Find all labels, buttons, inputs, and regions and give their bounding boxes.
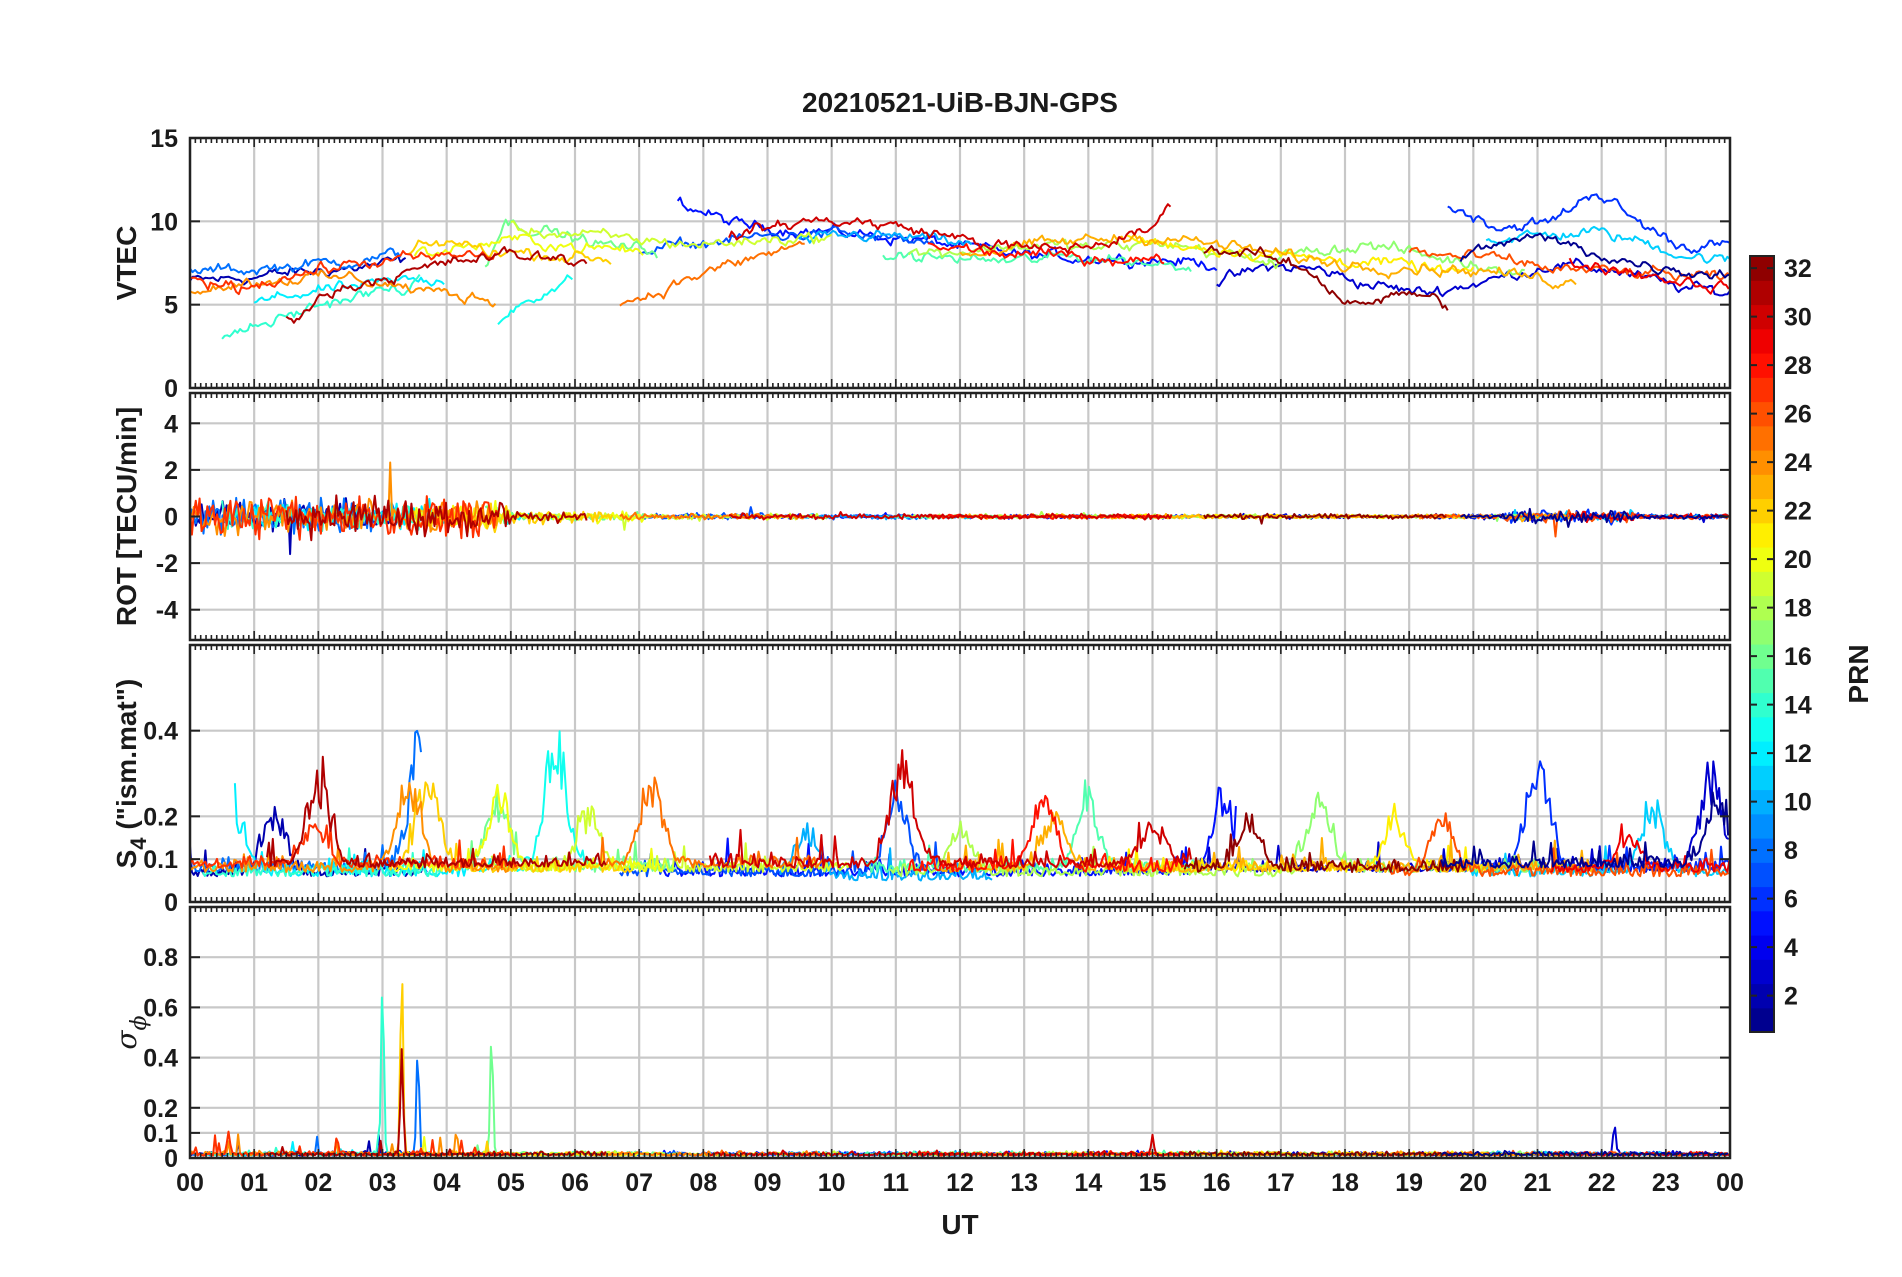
colorbar-tick-label: 4 xyxy=(1784,934,1798,962)
y-label-rest: ("ism.mat") xyxy=(111,679,142,838)
colorbar-tick-label: 20 xyxy=(1784,546,1812,574)
panel-s4: 00.10.20.4S4 ("ism.mat") xyxy=(111,643,1732,917)
y-label-sub: 4 xyxy=(126,837,151,850)
y-tick-label-s4: 0.4 xyxy=(143,718,178,746)
y-tick-label-vtec: 0 xyxy=(164,375,178,403)
y-tick-label-s4: 0 xyxy=(164,889,178,917)
y-tick-label-rot: 0 xyxy=(164,504,178,532)
x-tick-label: 21 xyxy=(1524,1169,1552,1197)
chart-svg: 20210521-UiB-BJN-GPS 051015VTEC-4-2024RO… xyxy=(110,87,1874,1240)
y-tick-label-sigma_phi: 0.8 xyxy=(143,944,178,972)
x-tick-label: 23 xyxy=(1652,1169,1680,1197)
colorbar-segment xyxy=(1750,959,1774,985)
x-tick-label: 15 xyxy=(1139,1169,1167,1197)
x-tick-label: 05 xyxy=(497,1169,525,1197)
x-tick-label: 14 xyxy=(1074,1169,1102,1197)
y-tick-label-s4: 0.2 xyxy=(143,803,178,831)
colorbar-tick-label: 18 xyxy=(1784,595,1812,623)
y-tick-label-rot: -2 xyxy=(156,550,178,578)
colorbar-tick-label: 16 xyxy=(1784,643,1812,671)
y-tick-label-vtec: 5 xyxy=(164,292,178,320)
colorbar-tick-label: 10 xyxy=(1784,789,1812,817)
colorbar-tick-label: 2 xyxy=(1784,983,1798,1011)
y-tick-label-sigma_phi: 0.4 xyxy=(143,1045,178,1073)
x-tick-label: 03 xyxy=(369,1169,397,1197)
y-tick-label-sigma_phi: 0.2 xyxy=(143,1095,178,1123)
colorbar-tick-label: 8 xyxy=(1784,837,1798,865)
x-tick-label: 13 xyxy=(1010,1169,1038,1197)
colorbar-segment xyxy=(1750,862,1774,888)
panel-vtec: 0 5 10 15 VTEC xyxy=(111,125,1732,403)
y-tick-label-rot: -4 xyxy=(156,597,178,625)
colorbar-segment xyxy=(1750,1007,1774,1033)
x-tick-label: 11 xyxy=(883,1169,910,1197)
x-tick-label: 07 xyxy=(625,1169,653,1197)
colorbar-segment xyxy=(1750,474,1774,500)
y-tick-label-vtec: 15 xyxy=(150,125,178,153)
x-tick-label: 04 xyxy=(433,1169,461,1197)
panel-sigma_phi: 00.10.20.40.60.8σϕ00 01 02 03 04 05 06 07 08 09 10… xyxy=(110,905,1744,1197)
x-tick-label: 08 xyxy=(689,1169,717,1197)
colorbar-segment xyxy=(1750,571,1774,597)
colorbar-segment xyxy=(1750,668,1774,694)
x-tick-label: 19 xyxy=(1395,1169,1423,1197)
colorbar-segment xyxy=(1750,813,1774,839)
x-tick-label: 00 xyxy=(176,1169,204,1197)
x-tick-label: 09 xyxy=(754,1169,782,1197)
colorbar-segment xyxy=(1750,377,1774,403)
y-label-main: S xyxy=(111,850,142,869)
x-tick-label: 16 xyxy=(1203,1169,1231,1197)
x-tick-label: 02 xyxy=(304,1169,332,1197)
chart-title: 20210521-UiB-BJN-GPS xyxy=(802,87,1118,118)
colorbar-segment xyxy=(1750,910,1774,936)
x-axis-label: UT xyxy=(941,1209,978,1240)
y-label-sub: ϕ xyxy=(127,1015,152,1030)
colorbar-tick-label: 30 xyxy=(1784,304,1812,332)
panels-layer: 051015VTEC-4-2024ROT [TECU/min]00.10.20.… xyxy=(110,125,1744,1197)
y-label-main: σ xyxy=(110,1030,143,1050)
colorbar-tick-label: 14 xyxy=(1784,692,1812,720)
y-axis-label-s4: S4 ("ism.mat") xyxy=(111,679,151,869)
chart-figure: 20210521-UiB-BJN-GPS 0 5 10 15 VTEC -4 -2 0 2 4 RO… xyxy=(0,0,1902,1272)
colorbar-segment xyxy=(1750,522,1774,548)
colorbar-tick-label: 26 xyxy=(1784,401,1812,429)
colorbar-tick-label: 22 xyxy=(1784,498,1812,526)
x-tick-label: 18 xyxy=(1331,1169,1359,1197)
colorbar-tick-label: 6 xyxy=(1784,886,1798,914)
colorbar-tick-label: 28 xyxy=(1784,352,1812,380)
x-tick-label: 20 xyxy=(1459,1169,1487,1197)
y-tick-label-rot: 2 xyxy=(164,457,178,485)
colorbar-segment xyxy=(1750,619,1774,645)
y-tick-label-vtec: 10 xyxy=(150,208,178,236)
x-tick-label: 10 xyxy=(818,1169,846,1197)
x-tick-label: 22 xyxy=(1588,1169,1616,1197)
colorbar: 2468101214161820222426283032PRN xyxy=(1749,255,1874,1033)
colorbar-tick-label: 24 xyxy=(1784,449,1812,477)
colorbar-segment xyxy=(1750,280,1774,306)
y-tick-label-sigma_phi: 0.1 xyxy=(143,1120,178,1148)
colorbar-tick-label: 12 xyxy=(1784,740,1812,768)
panel-rot: -4 -2 0 2 4 ROT [TECU/min] xyxy=(111,391,1732,642)
colorbar-tick-label: 32 xyxy=(1784,255,1812,283)
y-axis-label-rot: ROT [TECU/min] xyxy=(111,407,142,626)
x-tick-label: 17 xyxy=(1267,1169,1295,1197)
colorbar-label: PRN xyxy=(1843,644,1874,703)
x-tick-label: 01 xyxy=(240,1169,268,1197)
x-tick-label: 06 xyxy=(561,1169,589,1197)
colorbar-segment xyxy=(1750,425,1774,451)
colorbar-segment xyxy=(1750,328,1774,354)
y-axis-label-vtec: VTEC xyxy=(111,226,142,301)
y-tick-label-rot: 4 xyxy=(164,410,178,438)
colorbar-segment xyxy=(1750,765,1774,791)
x-tick-label: 12 xyxy=(946,1169,974,1197)
colorbar-segment xyxy=(1750,716,1774,742)
x-tick-label: 00 xyxy=(1716,1169,1744,1197)
